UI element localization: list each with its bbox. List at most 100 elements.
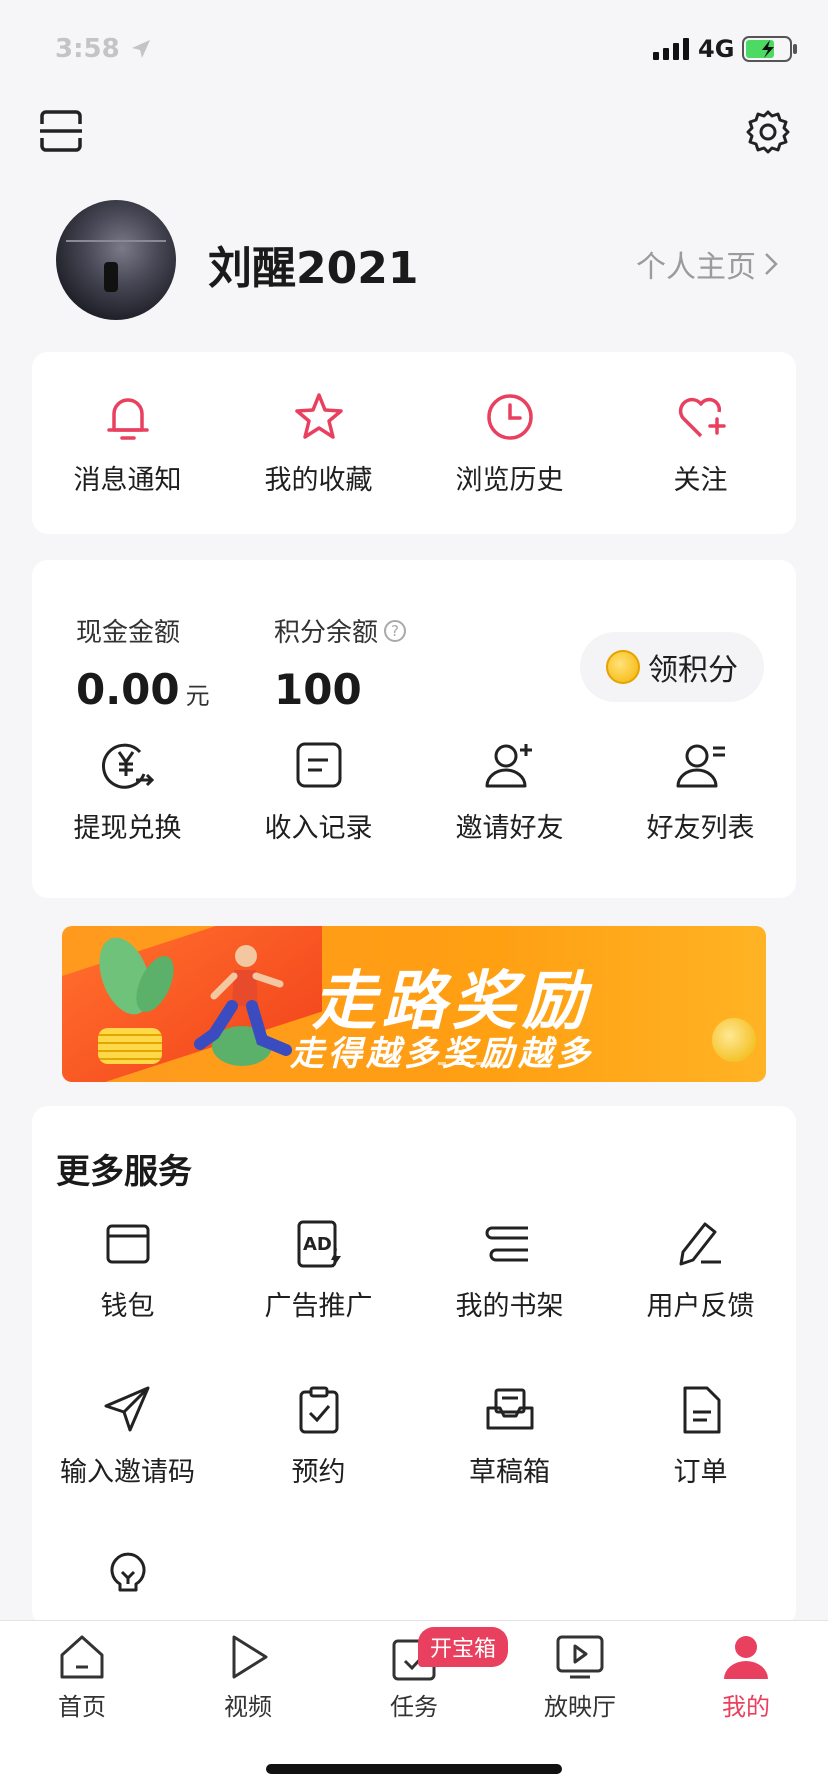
service-label: 订单 xyxy=(673,1457,728,1488)
yuan-exchange-icon xyxy=(101,743,154,789)
wallet-action-friends[interactable]: 好友列表 xyxy=(605,738,796,845)
quick-action-label: 浏览历史 xyxy=(455,465,564,496)
clipboard-check-icon xyxy=(299,1386,338,1434)
order-document-icon xyxy=(683,1386,720,1434)
home-icon xyxy=(60,1635,104,1679)
bookshelf-icon xyxy=(485,1226,528,1262)
quick-action-label: 我的收藏 xyxy=(264,465,373,496)
bell-icon xyxy=(106,398,149,440)
quick-action-notifications[interactable]: 消息通知 xyxy=(32,390,223,497)
tab-video[interactable]: 视频 xyxy=(188,1631,308,1722)
drafts-inbox-icon xyxy=(486,1388,533,1430)
quick-action-follow[interactable]: 关注 xyxy=(605,390,796,497)
claim-points-button[interactable]: 领积分 xyxy=(580,632,764,702)
invite-user-icon xyxy=(485,744,532,788)
svg-text:AD: AD xyxy=(303,1234,332,1255)
location-arrow-icon xyxy=(132,40,150,58)
record-icon xyxy=(296,742,341,788)
cash-value: 0.00 xyxy=(76,665,180,714)
tab-profile[interactable]: 我的 xyxy=(686,1631,806,1722)
service-feedback[interactable]: 用户反馈 xyxy=(605,1218,796,1323)
service-wallet[interactable]: 钱包 xyxy=(32,1218,223,1323)
settings-gear-icon[interactable] xyxy=(744,108,792,156)
tab-label: 我的 xyxy=(722,1693,770,1721)
service-label: 预约 xyxy=(291,1457,346,1488)
service-label: 输入邀请码 xyxy=(60,1457,195,1488)
quick-action-label: 消息通知 xyxy=(73,465,182,496)
coin-icon xyxy=(606,650,640,684)
walking-reward-banner[interactable]: 走路奖励 走得越多奖励越多 xyxy=(62,926,766,1082)
runner-illustration-icon xyxy=(194,945,292,1056)
status-bar: 3:58 4G xyxy=(0,0,828,96)
more-services-title: 更多服务 xyxy=(56,1152,192,1192)
personal-homepage-link[interactable]: 个人主页 xyxy=(636,242,778,286)
friend-list-icon xyxy=(676,744,725,788)
tab-label: 首页 xyxy=(58,1693,106,1721)
tab-label: 放映厅 xyxy=(544,1693,616,1721)
ad-icon: AD xyxy=(297,1220,341,1268)
service-invite-code[interactable]: 输入邀请码 xyxy=(32,1384,223,1489)
points-title: 积分余额 xyxy=(274,618,379,648)
service-label: 用户反馈 xyxy=(646,1291,755,1322)
scan-icon[interactable] xyxy=(38,108,84,154)
lightbulb-icon xyxy=(110,1552,145,1592)
points-balance[interactable]: 积分余额? 100 xyxy=(274,612,407,714)
network-type: 4G xyxy=(698,35,735,63)
tab-theater[interactable]: 放映厅 xyxy=(520,1631,640,1722)
cash-title: 现金金额 xyxy=(76,618,181,648)
wallet-action-label: 好友列表 xyxy=(646,813,755,844)
star-icon xyxy=(294,393,343,439)
play-icon xyxy=(232,1635,268,1679)
coin-stack-icon xyxy=(98,1028,162,1064)
quick-action-favorites[interactable]: 我的收藏 xyxy=(223,390,414,497)
quick-action-history[interactable]: 浏览历史 xyxy=(414,390,605,497)
open-treasure-chest-badge[interactable]: 开宝箱 xyxy=(418,1627,509,1667)
status-time: 3:58 xyxy=(55,34,120,64)
wallet-action-label: 邀请好友 xyxy=(455,813,564,844)
claim-points-label: 领积分 xyxy=(648,653,738,688)
personal-homepage-label: 个人主页 xyxy=(636,250,756,285)
service-bookshelf[interactable]: 我的书架 xyxy=(414,1218,605,1323)
cash-balance[interactable]: 现金金额 0.00 元 xyxy=(76,612,210,714)
wallet-action-withdraw[interactable]: 提现兑换 xyxy=(32,738,223,845)
wallet-card: 现金金额 0.00 元 积分余额? 100 领积分 提现兑换 收入记录 邀请好友… xyxy=(32,560,796,898)
service-reservation[interactable]: 预约 xyxy=(223,1384,414,1489)
wallet-action-label: 提现兑换 xyxy=(73,813,182,844)
profile-icon xyxy=(724,1636,768,1679)
username: 刘醒2021 xyxy=(208,243,419,294)
help-question-icon[interactable]: ? xyxy=(384,619,407,642)
tab-label: 视频 xyxy=(224,1693,272,1721)
heart-plus-icon xyxy=(678,397,726,438)
carousel-indicator xyxy=(438,1062,498,1065)
service-label: 广告推广 xyxy=(264,1291,373,1322)
paper-plane-icon xyxy=(104,1386,149,1432)
signal-icon xyxy=(653,36,689,60)
quick-action-label: 关注 xyxy=(673,465,728,496)
banner-subtitle: 走得越多奖励越多 xyxy=(290,1034,594,1074)
points-value: 100 xyxy=(274,665,362,714)
gold-coin-icon xyxy=(712,1018,756,1062)
service-label: 草稿箱 xyxy=(469,1457,550,1488)
tab-home[interactable]: 首页 xyxy=(22,1631,142,1722)
wallet-icon xyxy=(106,1224,149,1264)
service-drafts[interactable]: 草稿箱 xyxy=(414,1384,605,1489)
avatar[interactable] xyxy=(56,200,176,320)
tab-label: 任务 xyxy=(390,1693,438,1721)
service-ideas[interactable] xyxy=(32,1548,223,1614)
clock-icon xyxy=(486,394,533,440)
service-label: 钱包 xyxy=(100,1291,155,1322)
wallet-action-label: 收入记录 xyxy=(264,813,373,844)
service-ad-promotion[interactable]: AD 广告推广 xyxy=(223,1218,414,1323)
quick-actions-card: 消息通知 我的收藏 浏览历史 关注 xyxy=(32,352,796,534)
theater-icon xyxy=(556,1635,604,1679)
home-indicator[interactable] xyxy=(266,1764,562,1774)
battery-icon xyxy=(742,36,797,62)
cash-unit: 元 xyxy=(185,682,210,710)
wallet-action-invite[interactable]: 邀请好友 xyxy=(414,738,605,845)
more-services-card: 更多服务 钱包 AD 广告推广 我的书架 用户反馈 输入邀请码 预约 草稿箱 订… xyxy=(32,1106,796,1626)
feedback-pen-icon xyxy=(679,1222,721,1266)
service-orders[interactable]: 订单 xyxy=(605,1384,796,1489)
wallet-action-income-records[interactable]: 收入记录 xyxy=(223,738,414,845)
chevron-right-icon xyxy=(765,253,778,275)
service-label: 我的书架 xyxy=(455,1291,564,1322)
